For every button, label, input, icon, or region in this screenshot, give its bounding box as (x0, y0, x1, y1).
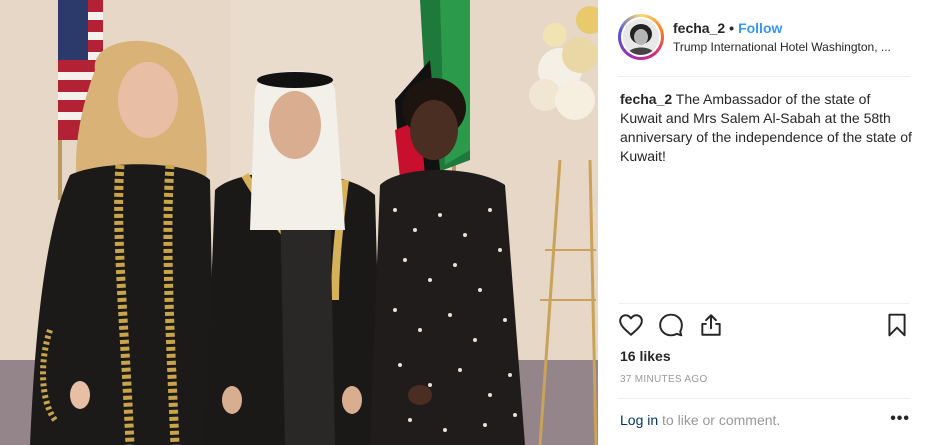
header-line: fecha_2 • Follow (673, 20, 782, 36)
caption-username[interactable]: fecha_2 (620, 91, 672, 107)
bookmark-icon[interactable] (884, 312, 912, 340)
post-header: fecha_2 • Follow Trump International Hotel… (598, 0, 930, 76)
heart-icon[interactable] (618, 312, 646, 340)
more-options-icon[interactable]: ••• (890, 410, 910, 428)
login-prompt: Log in to like or comment. (620, 412, 910, 428)
header-divider (618, 76, 910, 77)
actions-divider (618, 303, 910, 304)
username-link[interactable]: fecha_2 (673, 20, 725, 36)
login-suffix: to like or comment. (658, 412, 781, 428)
separator-dot: • (729, 20, 735, 36)
post-photo[interactable] (0, 0, 598, 445)
likes-count[interactable]: 16 likes (620, 348, 671, 364)
footer-divider (618, 398, 910, 399)
follow-button[interactable]: Follow (738, 20, 782, 36)
avatar[interactable] (618, 14, 664, 60)
login-link[interactable]: Log in (620, 412, 658, 428)
action-bar (618, 312, 910, 342)
location-link[interactable]: Trump International Hotel Washington, ..… (673, 40, 913, 54)
post-timestamp[interactable]: 37 MINUTES AGO (620, 374, 708, 385)
share-icon[interactable] (698, 312, 726, 340)
post-side-panel: fecha_2 • Follow Trump International Hotel… (598, 0, 930, 445)
photo-illustration (0, 0, 598, 445)
comment-icon[interactable] (658, 312, 686, 340)
post-caption: fecha_2 The Ambassador of the state of K… (620, 90, 912, 166)
avatar-image (623, 19, 659, 55)
